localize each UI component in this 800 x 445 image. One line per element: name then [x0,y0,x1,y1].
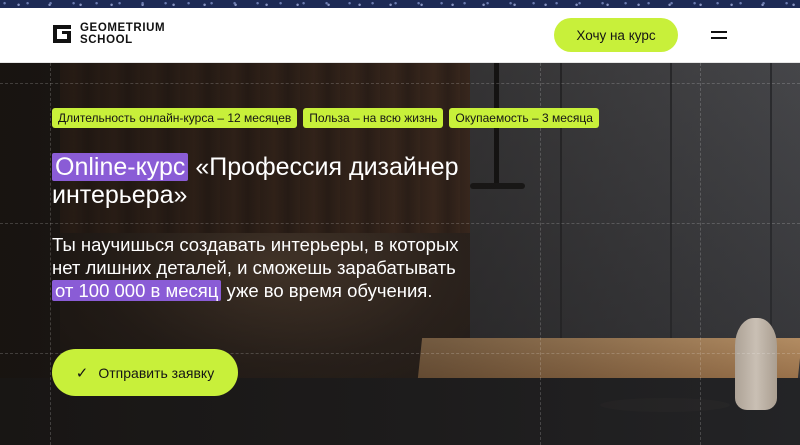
submit-application-button[interactable]: ✓ Отправить заявку [52,349,238,396]
page-title: Online-курс «Профессия дизайнер интерьер… [52,153,522,209]
check-icon: ✓ [75,364,89,382]
chip-duration: Длительность онлайн-курса – 12 месяцев [52,108,298,128]
site-header: GEOMETRIUM SCHOOL Хочу на курс [0,8,800,63]
logo[interactable]: GEOMETRIUM SCHOOL [51,22,165,46]
subtitle-text-2: уже во время обучения. [226,280,433,301]
submit-application-label: Отправить заявку [98,364,215,381]
top-decorative-strip [0,0,800,8]
logo-line1: GEOMETRIUM [80,22,166,34]
want-course-button[interactable]: Хочу на курс [554,18,678,52]
logo-line2: SCHOOL [80,34,133,46]
hero-section: Длительность онлайн-курса – 12 месяцев П… [0,63,800,445]
decorative-gridline [0,223,800,225]
course-facts: Длительность онлайн-курса – 12 месяцев П… [52,108,599,128]
chip-payback: Окупаемость – 3 месяца [449,108,599,128]
logo-mark-icon [53,25,71,43]
title-badge: Online-курс [52,153,189,181]
decorative-gridline [0,83,800,85]
chip-benefit: Польза – на всю жизнь [303,108,444,128]
subtitle-text-1: Ты научишься создавать интерьеры, в кото… [52,234,459,278]
subtitle-highlight: от 100 000 в месяц [52,280,222,301]
logo-text: GEOMETRIUM SCHOOL [80,22,165,46]
hero-subtitle: Ты научишься создавать интерьеры, в кото… [52,233,472,302]
hamburger-icon[interactable] [711,29,727,41]
decorative-gridline [700,63,702,445]
